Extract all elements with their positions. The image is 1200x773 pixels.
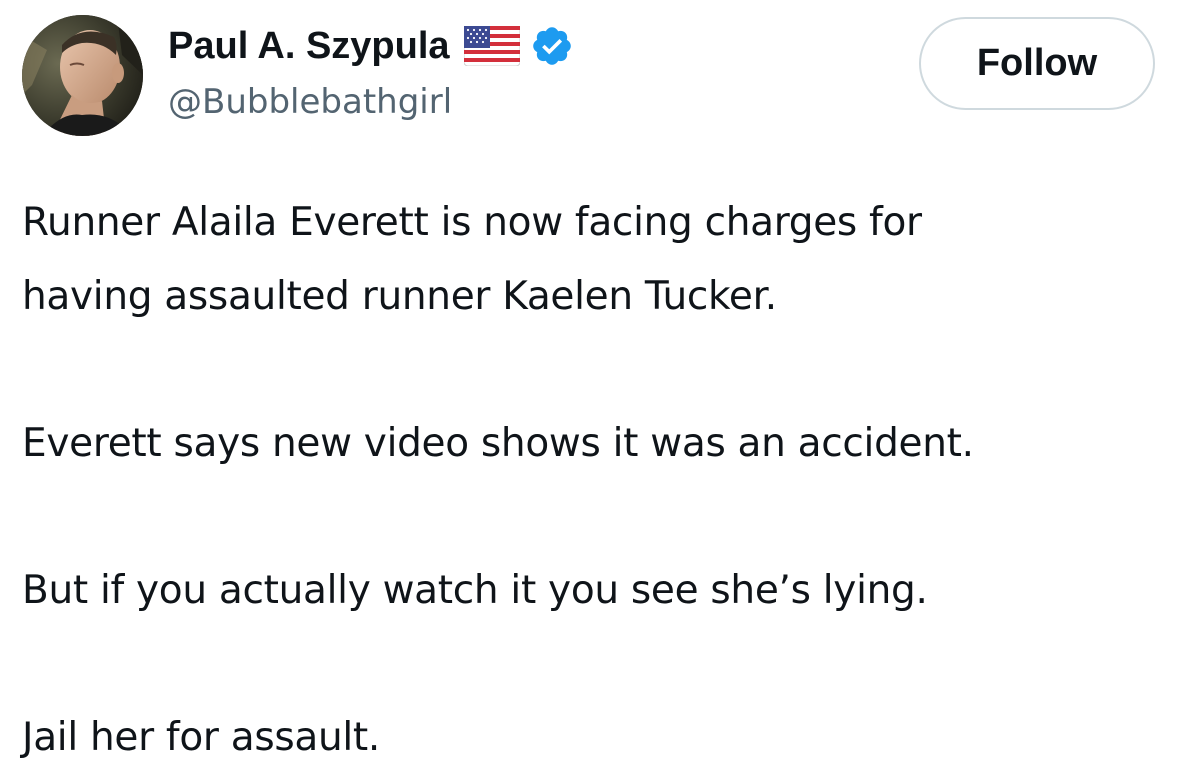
tweet-text: Runner Alaila Everett is now facing char… bbox=[22, 186, 1192, 773]
tweet-card: Paul A. Szypula @Bubblebathgirl Follow R… bbox=[0, 0, 1200, 773]
avatar-photo bbox=[22, 15, 143, 136]
tweet-line: Everett says new video shows it was an a… bbox=[22, 421, 974, 466]
us-flag-icon bbox=[463, 26, 520, 66]
verified-badge-icon[interactable] bbox=[530, 24, 574, 68]
author-display-name[interactable]: Paul A. Szypula bbox=[168, 25, 450, 68]
tweet-line: having assaulted runner Kaelen Tucker. bbox=[22, 274, 777, 319]
tweet-line: But if you actually watch it you see she… bbox=[22, 568, 928, 613]
tweet-line: Runner Alaila Everett is now facing char… bbox=[22, 200, 922, 245]
follow-button[interactable]: Follow bbox=[919, 17, 1155, 110]
author-avatar[interactable] bbox=[22, 15, 143, 136]
author-handle[interactable]: @Bubblebathgirl bbox=[168, 82, 452, 122]
author-name-row: Paul A. Szypula bbox=[168, 22, 574, 70]
tweet-line: Jail her for assault. bbox=[22, 715, 381, 760]
